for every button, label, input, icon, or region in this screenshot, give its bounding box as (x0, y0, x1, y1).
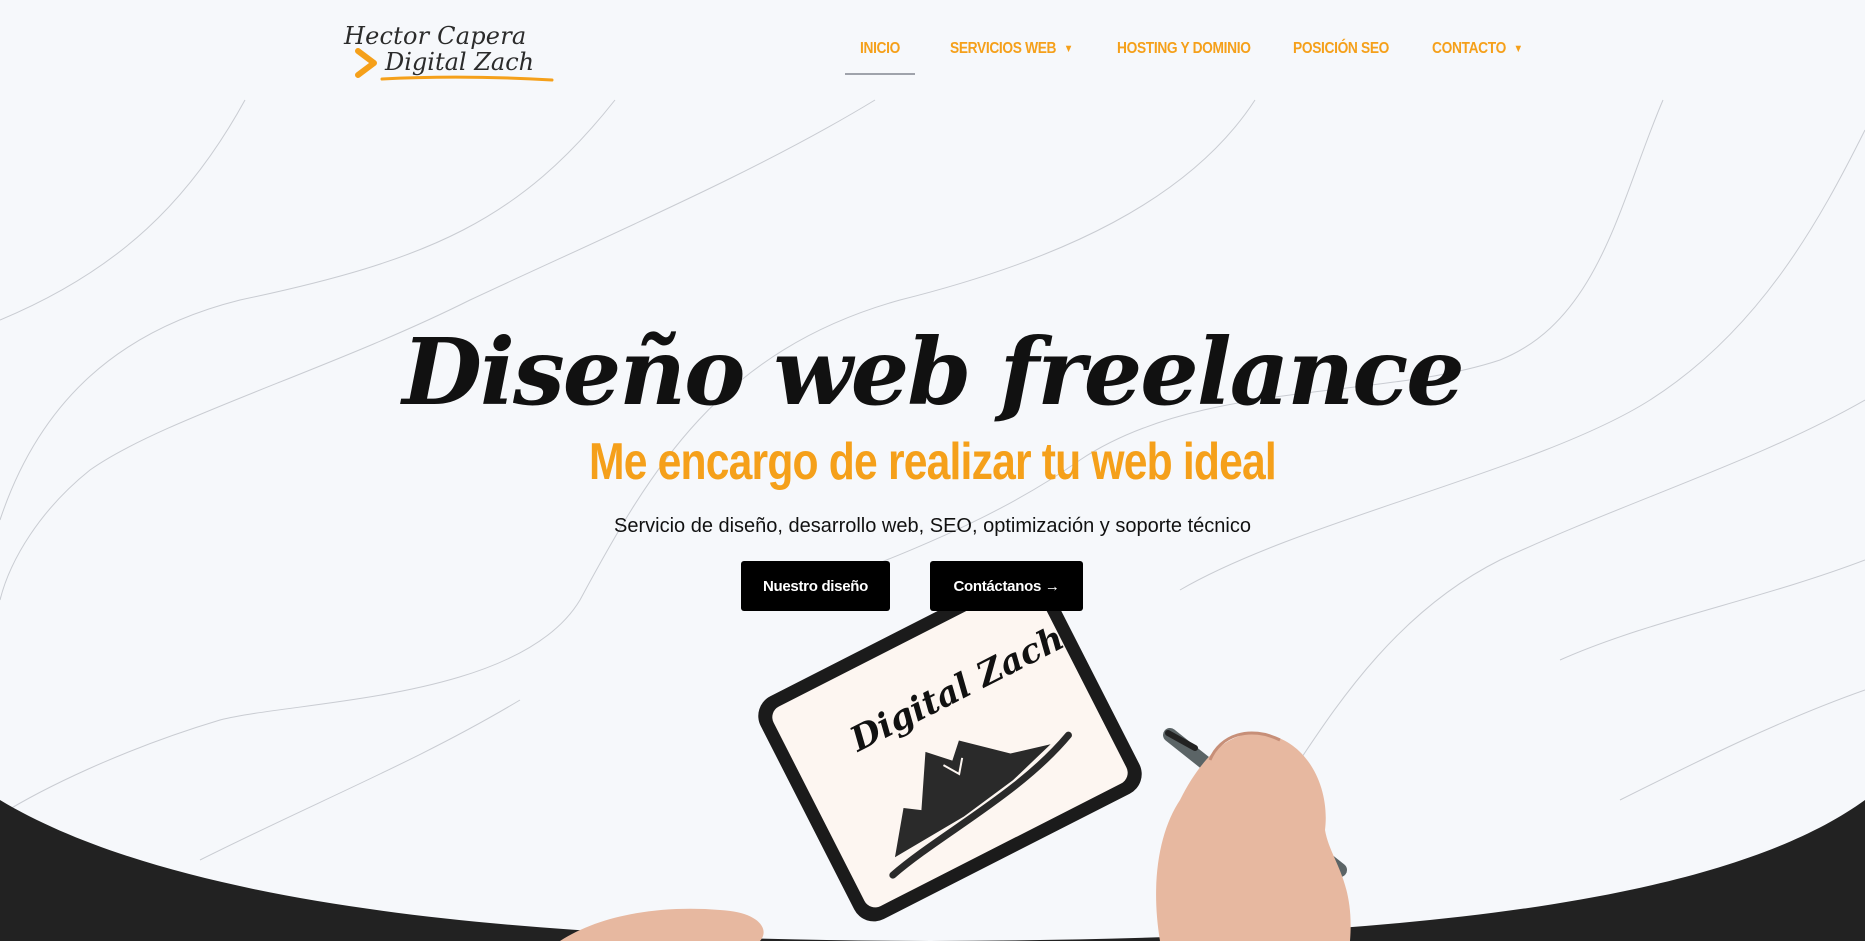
contactanos-button[interactable]: Contáctanos → (930, 561, 1083, 611)
nuestro-diseno-button[interactable]: Nuestro diseño (741, 561, 890, 611)
hero-subtitle: Me encargo de realizar tu web ideal (589, 433, 1277, 491)
hero-title: Diseño web freelance (402, 318, 1465, 426)
hero-description: Servicio de diseño, desarrollo web, SEO,… (614, 515, 1251, 537)
